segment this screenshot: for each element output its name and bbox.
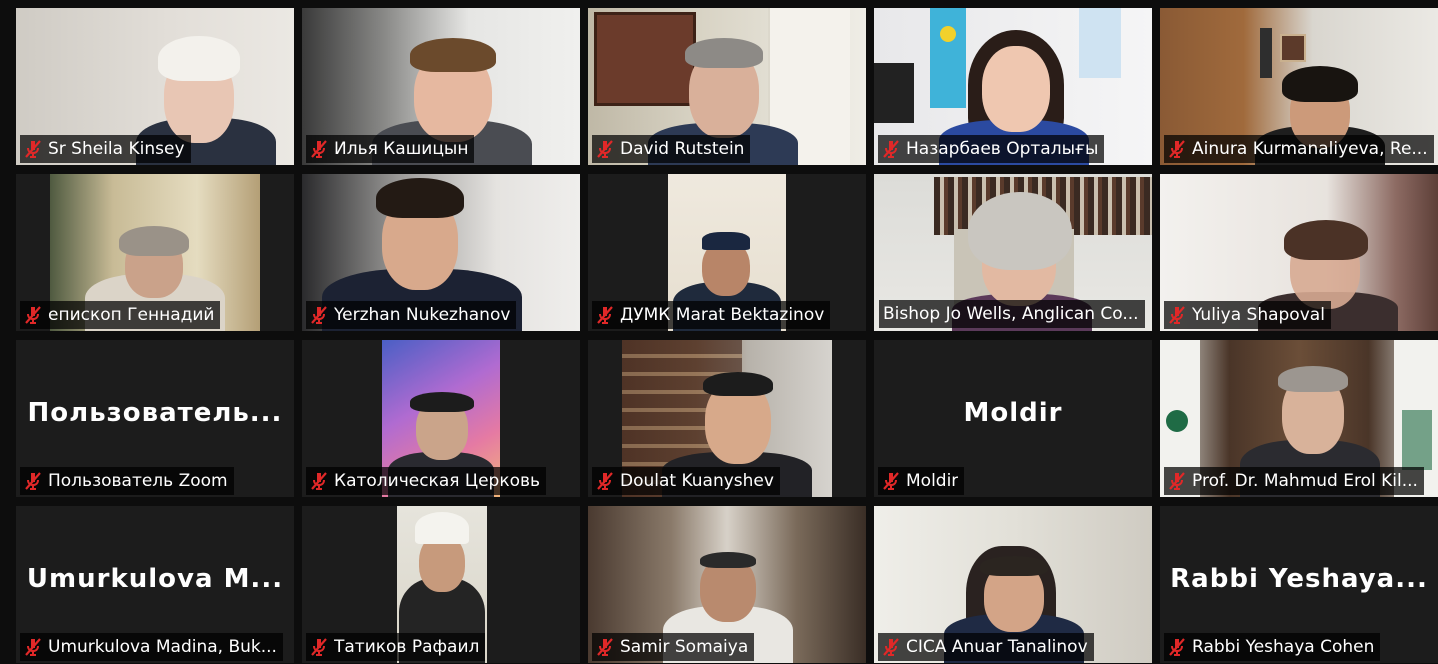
participant-tile[interactable]: Doulat Kuanyshev	[588, 340, 866, 497]
microphone-muted-icon	[597, 306, 613, 324]
participant-name: Samir Somaiya	[620, 637, 749, 657]
participant-name: Doulat Kuanyshev	[620, 471, 774, 491]
participant-name: Ainura Kurmanaliyeva, Re...	[1192, 139, 1428, 159]
participant-name-label: Татиков Рафаил	[306, 633, 486, 661]
microphone-muted-icon	[1169, 306, 1185, 324]
participant-name-label: Sr Sheila Kinsey	[20, 135, 191, 163]
participant-name-label: Rabbi Yeshaya Cohen	[1164, 633, 1381, 661]
participant-name-label: David Rutstein	[592, 135, 751, 163]
microphone-muted-icon	[883, 140, 899, 158]
microphone-muted-icon	[597, 472, 613, 490]
participant-name-label: Moldir	[878, 467, 965, 495]
video-gallery: Sr Sheila Kinsey Илья Кашицын David Ruts…	[16, 8, 1438, 664]
participant-tile[interactable]: David Rutstein	[588, 8, 866, 165]
participant-name: Yerzhan Nukezhanov	[334, 305, 511, 325]
participant-tile[interactable]: ДУМК Marat Bektazinov	[588, 174, 866, 331]
microphone-muted-icon	[1169, 472, 1185, 490]
participant-name: Umurkulova Madina, Buk...	[48, 637, 277, 657]
participant-name-label: Umurkulova Madina, Buk...	[20, 633, 283, 661]
participant-name-label: Doulat Kuanyshev	[592, 467, 780, 495]
participant-tile[interactable]: Yerzhan Nukezhanov	[302, 174, 580, 331]
participant-name: Rabbi Yeshaya Cohen	[1192, 637, 1375, 657]
participant-name-label: ДУМК Marat Bektazinov	[592, 301, 831, 329]
microphone-muted-icon	[311, 638, 327, 656]
microphone-muted-icon	[597, 638, 613, 656]
participant-name-label: Пользователь Zoom	[20, 467, 234, 495]
participant-name: Пользователь Zoom	[48, 471, 228, 491]
participant-name: Sr Sheila Kinsey	[48, 139, 185, 159]
microphone-muted-icon	[311, 140, 327, 158]
participant-tile[interactable]: Moldir Moldir	[874, 340, 1152, 497]
participant-tile[interactable]: Пользователь... Пользователь Zoom	[16, 340, 294, 497]
microphone-muted-icon	[883, 472, 899, 490]
participant-tile[interactable]: Yuliya Shapoval	[1160, 174, 1438, 331]
participant-name-label: Yuliya Shapoval	[1164, 301, 1331, 329]
microphone-muted-icon	[1169, 140, 1185, 158]
participant-name-label: Samir Somaiya	[592, 633, 755, 661]
participant-name: David Rutstein	[620, 139, 745, 159]
participant-placeholder-name: Umurkulova M...	[26, 564, 284, 594]
microphone-muted-icon	[1169, 638, 1185, 656]
participant-name: Moldir	[906, 471, 959, 491]
participant-tile[interactable]: Илья Кашицын	[302, 8, 580, 165]
participant-name-label: епископ Геннадий	[20, 301, 221, 329]
microphone-muted-icon	[25, 306, 41, 324]
microphone-muted-icon	[311, 472, 327, 490]
participant-tile[interactable]: CICA Anuar Tanalinov	[874, 506, 1152, 663]
participant-name: CICA Anuar Tanalinov	[906, 637, 1088, 657]
microphone-muted-icon	[25, 638, 41, 656]
participant-name-label: Назарбаев Орталығы	[878, 135, 1105, 163]
microphone-muted-icon	[597, 140, 613, 158]
participant-name: Католическая Церковь	[334, 471, 541, 491]
microphone-muted-icon	[25, 472, 41, 490]
participant-placeholder-name: Пользователь...	[27, 398, 283, 428]
participant-name-label: CICA Anuar Tanalinov	[878, 633, 1094, 661]
microphone-muted-icon	[25, 140, 41, 158]
participant-placeholder-name: Moldir	[963, 398, 1063, 428]
participant-tile[interactable]: Назарбаев Орталығы	[874, 8, 1152, 165]
participant-tile[interactable]: епископ Геннадий	[16, 174, 294, 331]
participant-name: Prof. Dr. Mahmud Erol Kil...	[1192, 471, 1418, 491]
participant-tile[interactable]: Prof. Dr. Mahmud Erol Kil...	[1160, 340, 1438, 497]
participant-name: Yuliya Shapoval	[1192, 305, 1325, 325]
participant-name-label: Ainura Kurmanaliyeva, Re...	[1164, 135, 1434, 163]
participant-name-label: Prof. Dr. Mahmud Erol Kil...	[1164, 467, 1424, 495]
participant-tile-active-speaker[interactable]: Bishop Jo Wells, Anglican Co...	[874, 174, 1152, 331]
participant-name: ДУМК Marat Bektazinov	[620, 305, 825, 325]
participant-tile[interactable]: Samir Somaiya	[588, 506, 866, 663]
microphone-muted-icon	[311, 306, 327, 324]
participant-tile[interactable]: Sr Sheila Kinsey	[16, 8, 294, 165]
participant-placeholder-name: Rabbi Yeshaya...	[1170, 564, 1428, 594]
participant-tile[interactable]: Католическая Церковь	[302, 340, 580, 497]
participant-name: Назарбаев Орталығы	[906, 139, 1099, 159]
participant-name-label: Илья Кашицын	[306, 135, 475, 163]
microphone-muted-icon	[883, 638, 899, 656]
participant-tile[interactable]: Umurkulova M... Umurkulova Madina, Buk..…	[16, 506, 294, 663]
participant-name: Татиков Рафаил	[334, 637, 480, 657]
participant-name-label: Католическая Церковь	[306, 467, 547, 495]
participant-tile[interactable]: Ainura Kurmanaliyeva, Re...	[1160, 8, 1438, 165]
participant-name: епископ Геннадий	[48, 305, 215, 325]
participant-tile[interactable]: Rabbi Yeshaya... Rabbi Yeshaya Cohen	[1160, 506, 1438, 663]
participant-name-label: Yerzhan Nukezhanov	[306, 301, 517, 329]
participant-name: Bishop Jo Wells, Anglican Co...	[883, 304, 1139, 324]
participant-tile[interactable]: Татиков Рафаил	[302, 506, 580, 663]
participant-name: Илья Кашицын	[334, 139, 469, 159]
participant-name-label: Bishop Jo Wells, Anglican Co...	[879, 300, 1145, 328]
